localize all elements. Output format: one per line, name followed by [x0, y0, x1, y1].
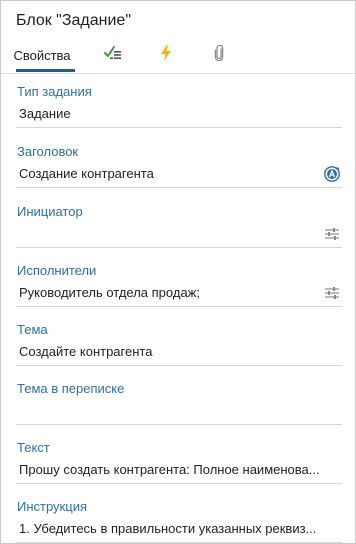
initiator-input[interactable] [16, 221, 342, 248]
subject-input[interactable]: Создайте контрагента [16, 339, 342, 366]
active-tab-indicator [16, 69, 75, 72]
settings-sliders-icon[interactable] [322, 283, 342, 303]
expression-a-icon[interactable] [322, 164, 342, 184]
field-instruction: Инструкция 1. Убедитесь в правильности у… [16, 499, 342, 543]
field-performers: Исполнители Руководитель отдела продаж; [16, 263, 342, 307]
thread-subject-label: Тема в переписке [17, 381, 125, 396]
field-subject: Тема Создайте контрагента [16, 322, 342, 366]
task-type-label: Тип задания [17, 84, 92, 99]
panel-title: Блок "Задание" [16, 12, 132, 29]
tabs-divider [1, 73, 355, 74]
paperclip-icon [214, 44, 224, 66]
heading-input[interactable]: Создание контрагента [16, 161, 342, 188]
text-input[interactable]: Прошу создать контрагента: Полное наимен… [16, 457, 342, 484]
thread-subject-input[interactable] [16, 398, 342, 425]
task-block-properties-panel: Блок "Задание" Свойства Тип задания Зада… [0, 0, 356, 544]
field-task-type: Тип задания Задание [16, 84, 342, 128]
tab-properties[interactable]: Свойства [7, 39, 77, 72]
settings-sliders-icon[interactable] [322, 224, 342, 244]
instruction-input[interactable]: 1. Убедитесь в правильности указанных ре… [16, 516, 342, 543]
checklist-icon [104, 45, 122, 66]
tab-attachments[interactable] [207, 39, 231, 72]
subject-value: Создайте контрагента [19, 344, 153, 359]
heading-label: Заголовок [17, 144, 79, 159]
tab-bar: Свойства [1, 39, 355, 72]
task-type-input[interactable]: Задание [16, 101, 342, 128]
instruction-value: 1. Убедитесь в правильности указанных ре… [19, 521, 317, 536]
performers-input[interactable]: Руководитель отдела продаж; [16, 280, 342, 307]
heading-value: Создание контрагента [19, 166, 154, 181]
tab-checklist[interactable] [101, 39, 125, 72]
lightning-icon [160, 45, 172, 66]
field-text: Текст Прошу создать контрагента: Полное … [16, 440, 342, 484]
tab-events[interactable] [154, 39, 178, 72]
initiator-label: Инициатор [17, 204, 83, 219]
performers-label: Исполнители [17, 263, 97, 278]
task-type-value: Задание [19, 106, 71, 121]
text-value: Прошу создать контрагента: Полное наимен… [19, 462, 320, 477]
text-label: Текст [17, 440, 50, 455]
subject-label: Тема [17, 322, 48, 337]
tab-properties-label: Свойства [13, 48, 71, 63]
field-initiator: Инициатор [16, 204, 342, 248]
performers-value: Руководитель отдела продаж; [19, 285, 200, 300]
field-thread-subject: Тема в переписке [16, 381, 342, 425]
instruction-label: Инструкция [17, 499, 87, 514]
field-heading: Заголовок Создание контрагента [16, 144, 342, 188]
